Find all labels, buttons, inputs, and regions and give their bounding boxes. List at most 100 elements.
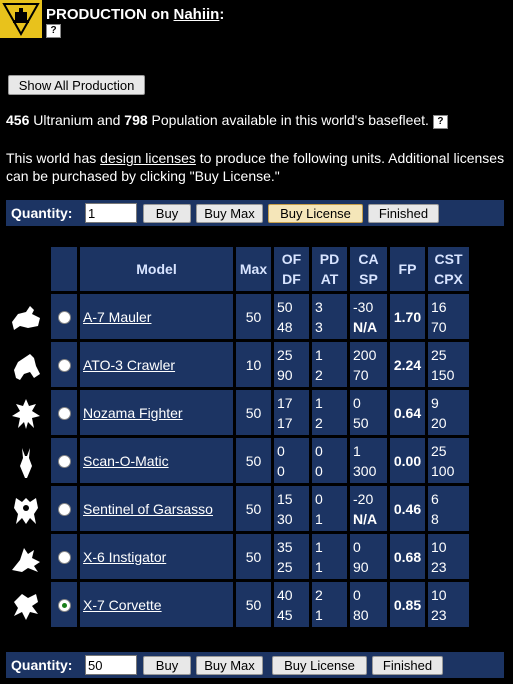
buy-license-button-top[interactable]: Buy License [268,204,363,223]
unit-select-radio-cell[interactable] [51,534,77,579]
unit-model-link[interactable]: A-7 Mauler [83,309,151,325]
buy-button-top[interactable]: Buy [143,204,191,223]
of-df-column-header: OF DF [274,247,309,291]
quantity-input-top[interactable] [85,203,137,223]
buy-button-bottom[interactable]: Buy [143,656,191,675]
unit-model-link[interactable]: Sentinel of Garsasso [83,501,213,517]
buy-max-button-bottom[interactable]: Buy Max [196,656,263,675]
ca-sp-cell: 1 300 [350,438,387,483]
cst-cpx-cell: 25 100 [428,438,469,483]
unit-select-radio-cell[interactable] [51,390,77,435]
ca-value: -30 [353,298,374,315]
ca-sp-column-header: CA SP [350,247,387,291]
unit-model-link[interactable]: Nozama Fighter [83,405,183,421]
unit-select-radio[interactable] [57,311,71,325]
design-licenses-link[interactable]: design licenses [100,150,196,166]
title-prefix: PRODUCTION on [46,6,174,23]
cst-cpx-cell: 25 150 [428,342,469,387]
production-badge-icon [0,0,42,38]
model-cell: Nozama Fighter [80,390,233,435]
cpx-value: 8 [431,510,439,527]
df-value: 25 [277,558,293,575]
max-column-header: Max [236,247,271,291]
title-suffix: : [219,6,225,23]
unit-select-radio-cell[interactable] [51,342,77,387]
ca-value: 0 [353,538,361,555]
ca-sp-cell: 0 90 [350,534,387,579]
cst-value: 25 [431,346,447,363]
pd-at-cell: 12 [312,342,347,387]
max-cell: 50 [236,438,271,483]
model-column-header: Model [80,247,233,291]
fp-cell: 0.68 [390,534,425,579]
at-value: 2 [315,414,323,431]
unit-model-link[interactable]: X-7 Corvette [83,597,162,613]
pd-value: 1 [315,394,323,411]
ca-value: 1 [353,442,361,459]
of-df-cell: 15 30 [274,486,309,531]
fp-cell: 0.46 [390,486,425,531]
pd-at-cell: 11 [312,534,347,579]
unit-model-link[interactable]: Scan-O-Matic [83,453,169,469]
model-cell: ATO-3 Crawler [80,342,233,387]
sp-value: 50 [353,414,369,431]
sp-value: 70 [353,366,369,383]
pd-at-column-header: PD AT [312,247,347,291]
unit-select-radio[interactable] [57,359,71,373]
buy-max-button-top[interactable]: Buy Max [196,204,263,223]
of-value: 0 [277,442,285,459]
pd-value: 1 [315,346,323,363]
select-column-header [51,247,77,291]
of-df-cell: 00 [274,438,309,483]
buy-license-button-bottom[interactable]: Buy License [272,656,367,675]
of-value: 50 [277,298,293,315]
ultranium-amount: 456 [6,112,30,128]
sp-value: 80 [353,606,369,623]
help-icon[interactable]: ? [46,24,61,38]
of-df-cell: 25 90 [274,342,309,387]
sp-value: N/A [353,318,378,335]
df-value: 48 [277,318,293,335]
unit-select-radio[interactable] [57,551,71,565]
finished-button-bottom[interactable]: Finished [372,656,443,675]
population-label: Population available in this world's bas… [147,112,429,128]
ultranium-label: Ultranium and [29,112,125,128]
table-row: X-7 Corvette 50 40 45 2 1 0 80 0.85 10 23 [51,582,469,627]
cpx-value: 150 [431,366,455,383]
cst-value: 9 [431,394,439,411]
unit-select-radio-cell[interactable] [51,438,77,483]
unit-model-link[interactable]: X-6 Instigator [83,549,166,565]
pd-value: 0 [315,490,323,507]
df-value: 90 [277,366,293,383]
unit-model-link[interactable]: ATO-3 Crawler [83,357,175,373]
table-header-row: Model Max OF DF PD AT CA SP FP CST CPX [51,247,469,291]
pd-value: 1 [315,538,323,555]
cst-cpx-cell: 16 70 [428,294,469,339]
licenses-text: This world has design licenses to produc… [6,149,511,185]
df-header: DF [282,271,301,287]
cpx-value: 23 [431,558,447,575]
unit-select-radio-cell[interactable] [51,294,77,339]
unit-select-radio-cell[interactable] [51,582,77,627]
table-row: ATO-3 Crawler 10 25 90 1 2 200 70 2.24 25 150 [51,342,469,387]
cst-cpx-cell: 10 23 [428,534,469,579]
unit-select-radio[interactable] [57,407,71,421]
cst-value: 10 [431,586,447,603]
resources-help-icon[interactable]: ? [432,115,448,129]
unit-select-radio[interactable] [57,455,71,469]
finished-button-top[interactable]: Finished [368,204,439,223]
of-df-cell: 50 48 [274,294,309,339]
unit-select-radio[interactable] [57,599,71,613]
ca-sp-cell: 0 50 [350,390,387,435]
quantity-input-bottom[interactable] [85,655,137,675]
unit-select-radio-cell[interactable] [51,486,77,531]
show-all-production-button[interactable]: Show All Production [8,75,145,95]
table-row: A-7 Mauler 50 50 48 3 3 -30 N/A 1.70 16 70 [51,294,469,339]
fighter-icon [12,399,40,429]
table-row: Sentinel of Garsasso 50 15 30 0 1 -20 N/A 0.46 6 8 [51,486,469,531]
fp-column-header: FP [390,247,425,291]
unit-select-radio[interactable] [57,503,71,517]
model-cell: A-7 Mauler [80,294,233,339]
cst-value: 6 [431,490,439,507]
world-name-link[interactable]: Nahiin [174,6,220,23]
